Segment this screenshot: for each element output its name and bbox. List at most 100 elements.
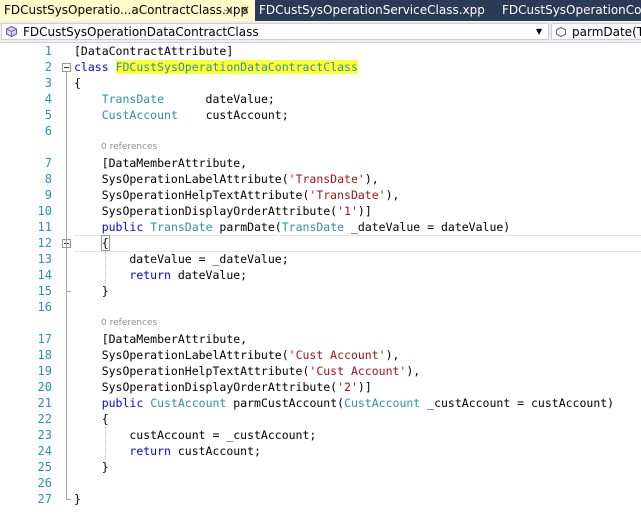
string-token: '1' <box>337 204 358 218</box>
code-text: [DataContractAttribute] <box>74 43 233 59</box>
code-token: ), <box>406 364 421 378</box>
line-number: 2 <box>44 60 52 74</box>
code-token: [DataContractAttribute] <box>74 44 234 58</box>
line-number: 17 <box>37 332 52 346</box>
code-token: { <box>100 235 110 251</box>
code-line[interactable]: 4 TransDate dateValue; <box>0 91 641 107</box>
code-line[interactable]: 5 CustAccount custAccount; <box>0 107 641 123</box>
code-token: dateValue = _dateValue; <box>74 252 289 266</box>
code-line[interactable]: 22 { <box>0 411 641 427</box>
type-dropdown[interactable]: FDCustSysOperationDataContractClass ▼ <box>1 23 549 40</box>
type-token: FDCustSysOperationDataContractClass <box>115 60 358 74</box>
code-line[interactable]: 6 <box>0 123 641 139</box>
keyword-token: return <box>129 268 171 282</box>
tab-data-contract-class[interactable]: FDCustSysOperatio...aContractClass.xpp ⊣… <box>0 0 255 22</box>
type-token: TransDate <box>281 220 345 234</box>
tab-label: FDCustSysOperationContr <box>502 3 641 17</box>
line-number: 16 <box>37 300 52 314</box>
code-text: } <box>74 491 81 507</box>
line-number: 8 <box>44 172 52 186</box>
pin-icon[interactable]: ⊣ <box>223 0 233 21</box>
type-token: TransDate <box>150 220 213 234</box>
code-lens-references[interactable]: 0 references <box>101 141 157 153</box>
code-line[interactable]: 3{ <box>0 75 641 91</box>
code-text: { <box>74 75 81 91</box>
code-token: SysOperationHelpTextAttribute( <box>74 364 310 378</box>
collapse-region-icon[interactable] <box>62 63 71 72</box>
code-line[interactable]: 12 { <box>0 235 641 252</box>
member-dropdown-value: parmDate(Tra <box>572 25 641 39</box>
code-line[interactable]: 7 [DataMemberAttribute, <box>0 155 641 171</box>
code-line[interactable]: 23 custAccount = _custAccount; <box>0 427 641 443</box>
code-token: } <box>74 284 109 298</box>
code-token: SysOperationDisplayOrderAttribute( <box>74 204 338 218</box>
code-text: CustAccount custAccount; <box>74 107 289 123</box>
code-line[interactable]: 20 SysOperationDisplayOrderAttribute('2'… <box>0 379 641 395</box>
code-text: [DataMemberAttribute, <box>74 155 247 171</box>
code-line[interactable]: 19 SysOperationHelpTextAttribute('Cust A… <box>0 363 641 379</box>
code-line[interactable]: 15 } <box>0 283 641 299</box>
line-number: 26 <box>37 476 52 490</box>
code-line[interactable]: 8 SysOperationLabelAttribute('TransDate'… <box>0 171 641 187</box>
keyword-token: public <box>101 220 144 234</box>
line-number: 1 <box>44 44 52 58</box>
code-line[interactable]: 24 return custAccount; <box>0 443 641 459</box>
code-text: } <box>74 283 109 299</box>
outline-guide-end <box>66 291 71 292</box>
code-line[interactable]: 2 class FDCustSysOperationDataContractCla… <box>0 59 641 75</box>
line-number: 14 <box>37 268 52 282</box>
keyword-token: return <box>129 444 171 458</box>
line-number: 21 <box>37 396 52 410</box>
code-line[interactable]: 1 [DataContractAttribute] <box>0 43 641 59</box>
tab-service-class[interactable]: FDCustSysOperationServiceClass.xpp <box>255 0 495 21</box>
code-text: return custAccount; <box>74 443 261 459</box>
code-text: SysOperationDisplayOrderAttribute('2')] <box>74 379 372 395</box>
code-text: } <box>74 459 109 475</box>
line-number: 9 <box>44 188 52 202</box>
chevron-down-icon[interactable]: ▼ <box>536 24 542 40</box>
tab-label: FDCustSysOperatio...aContractClass.xpp <box>4 3 249 17</box>
code-token: SysOperationLabelAttribute( <box>74 172 289 186</box>
code-line[interactable]: 9 SysOperationHelpTextAttribute('TransDa… <box>0 187 641 203</box>
code-line[interactable]: 11 public TransDate parmDate(TransDate _… <box>0 219 641 235</box>
code-line[interactable]: 13 dateValue = _dateValue; <box>0 251 641 267</box>
code-text: SysOperationHelpTextAttribute('TransDate… <box>74 187 400 203</box>
code-line[interactable]: 16 <box>0 299 641 315</box>
code-token: [DataMemberAttribute, <box>74 332 248 346</box>
code-token: { <box>74 412 109 426</box>
code-lens-references[interactable]: 0 references <box>101 317 157 329</box>
line-number: 13 <box>37 252 52 266</box>
code-line[interactable]: 25 } <box>0 459 641 475</box>
code-text: [DataMemberAttribute, <box>74 331 247 347</box>
code-token: ), <box>385 348 400 362</box>
line-number: 6 <box>44 124 52 138</box>
code-line[interactable]: 17 [DataMemberAttribute, <box>0 331 641 347</box>
code-line[interactable]: 18 SysOperationLabelAttribute('Cust Acco… <box>0 347 641 363</box>
string-token: 'TransDate' <box>288 172 365 186</box>
member-dropdown[interactable]: parmDate(Tra <box>551 23 641 40</box>
tab-controller-class[interactable]: FDCustSysOperationContr <box>495 0 641 21</box>
line-number: 4 <box>44 92 52 106</box>
code-text: TransDate dateValue; <box>74 91 275 107</box>
code-line[interactable]: 26 <box>0 475 641 491</box>
code-line[interactable]: 21 public CustAccount parmCustAccount(Cu… <box>0 395 641 411</box>
code-line[interactable]: 27} <box>0 491 641 507</box>
code-editor[interactable]: 1 [DataContractAttribute] 2 class FDCustSys… <box>0 43 641 517</box>
code-line[interactable]: 10 SysOperationDisplayOrderAttribute('1'… <box>0 203 641 219</box>
code-line[interactable]: 14 return dateValue; <box>0 267 641 283</box>
line-number: 12 <box>37 236 52 250</box>
code-token: ), <box>385 188 400 202</box>
code-token: _dateValue = dateValue) <box>344 220 511 234</box>
string-token: 'Cust Account' <box>309 364 407 378</box>
code-token: parmDate( <box>212 220 282 234</box>
navigation-bar: FDCustSysOperationDataContractClass ▼ pa… <box>0 21 641 43</box>
type-token: CustAccount <box>150 396 227 410</box>
code-text: dateValue = _dateValue; <box>74 251 289 267</box>
method-icon <box>556 27 566 37</box>
code-token: SysOperationLabelAttribute( <box>74 348 289 362</box>
code-token: } <box>74 460 109 474</box>
close-icon[interactable]: × <box>240 0 250 21</box>
